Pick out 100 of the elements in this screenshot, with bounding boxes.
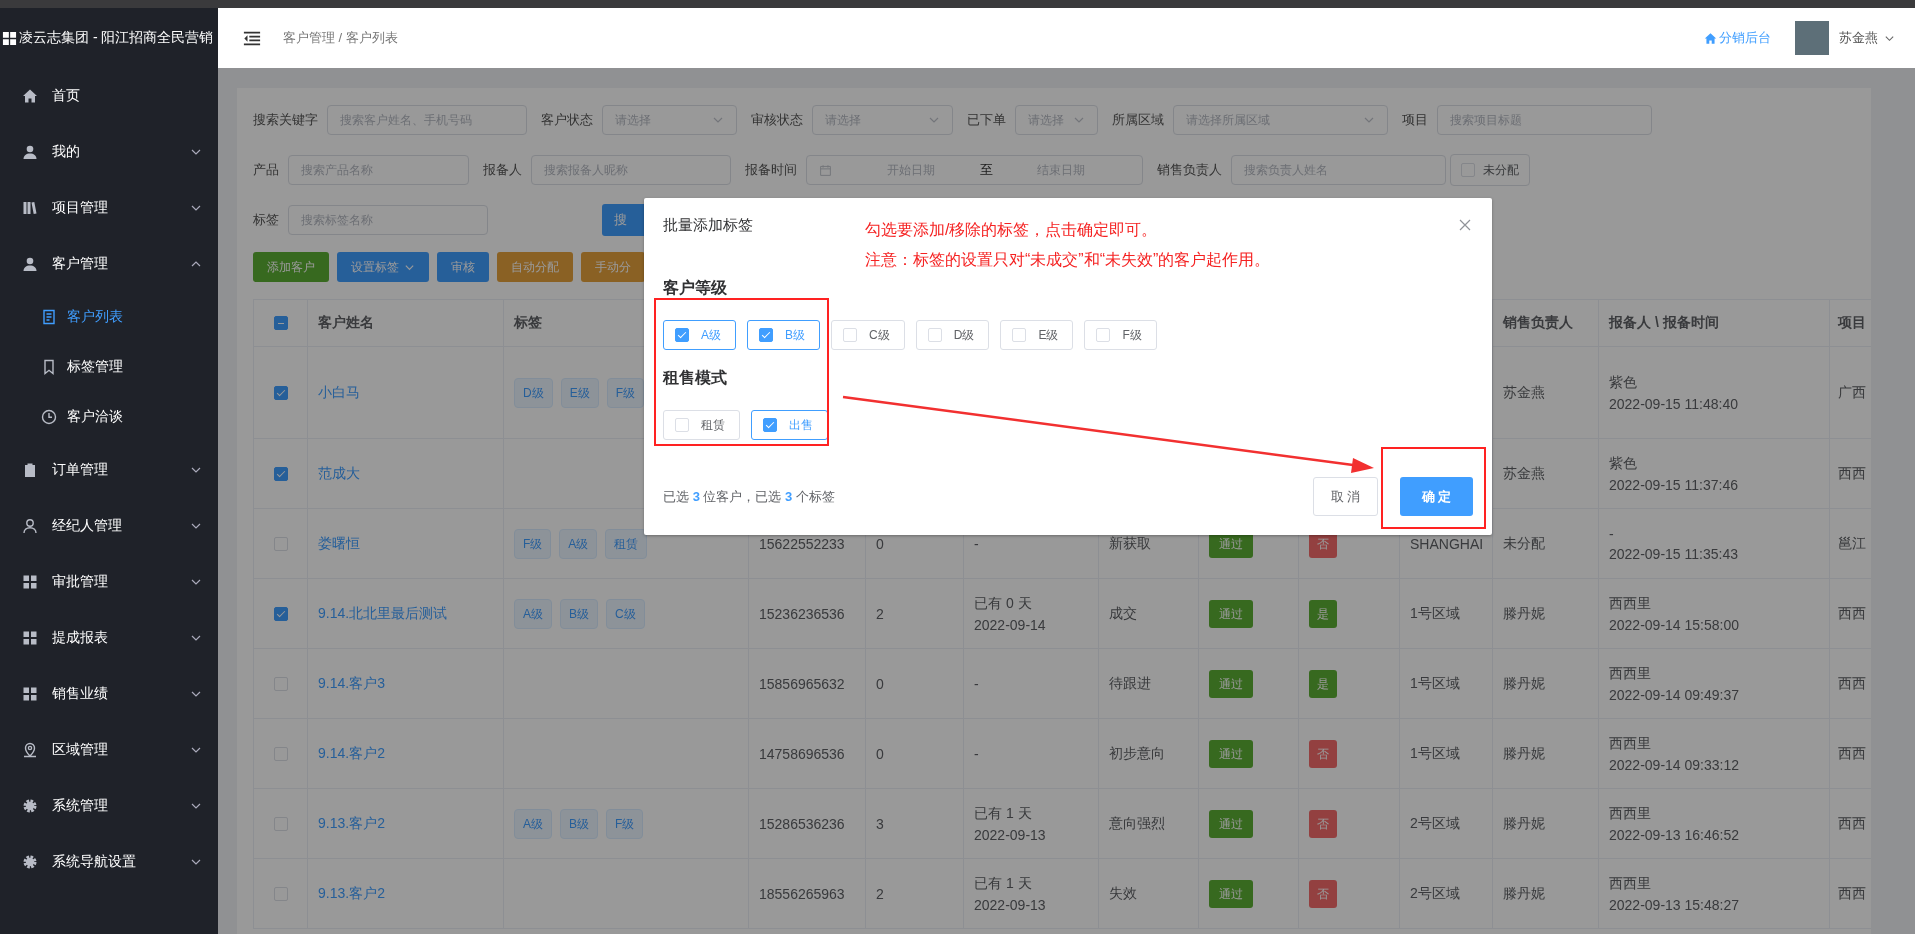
customer-name-link[interactable]: 9.13.客户2 — [318, 814, 385, 833]
unassigned-checkbox[interactable]: 未分配 — [1450, 154, 1530, 186]
table-cell: 苏金燕 — [1503, 383, 1545, 402]
menu-item[interactable]: 客户管理 — [0, 236, 218, 292]
table-cell: SHANGHAI — [1410, 535, 1484, 552]
table-cell: 未分配 — [1503, 534, 1545, 553]
user-name[interactable]: 苏金燕 — [1839, 29, 1878, 47]
backend-link[interactable]: 分销后台 — [1704, 29, 1771, 47]
clock-icon — [41, 409, 57, 425]
table-cell: 紫色 — [1609, 454, 1637, 473]
menu-item[interactable]: 经纪人管理 — [0, 498, 218, 554]
table-cell: 2022-09-14 09:49:37 — [1609, 686, 1739, 703]
table-cell: 成交 — [1109, 604, 1137, 623]
table-cell: 2 — [876, 605, 884, 622]
menu-item[interactable]: 系统导航设置 — [0, 834, 218, 890]
table-cell: 西西里 — [1609, 804, 1651, 823]
table-cell: - — [1609, 525, 1614, 542]
table-cell: 1号区域 — [1410, 604, 1460, 623]
table-cell: 0 — [876, 745, 884, 762]
tag-option[interactable]: E级 — [1000, 320, 1074, 350]
table-cell: 2 — [876, 885, 884, 902]
table-cell: 15622552233 — [759, 535, 845, 552]
tag-option[interactable]: D级 — [915, 320, 990, 350]
row-checkbox[interactable] — [273, 385, 288, 400]
location-pin-icon — [22, 742, 38, 758]
annotation-text: 勾选要添加/移除的标签，点击确定即可。 — [865, 220, 1159, 240]
tag-option[interactable]: F级 — [1084, 320, 1157, 350]
ordered-badge: 是 — [1309, 599, 1337, 628]
table-cell: 滕丹妮 — [1503, 604, 1545, 623]
menu-item[interactable]: 首页 — [0, 68, 218, 124]
submenu-item[interactable]: 客户洽谈 — [0, 392, 218, 442]
filter-label: 审核状态 — [751, 111, 803, 129]
menu-item[interactable]: 销售业绩 — [0, 666, 218, 722]
table-cell: 广西 — [1838, 383, 1866, 402]
cancel-button[interactable]: 取 消 — [1313, 477, 1378, 516]
table-cell: 2022-09-13 — [974, 826, 1046, 843]
column-header: 销售负责人 — [1493, 300, 1599, 347]
ordered-badge: 否 — [1309, 739, 1337, 768]
customer-name-link[interactable]: 9.13.客户2 — [318, 884, 385, 903]
ordered-badge: 是 — [1309, 669, 1337, 698]
grid-icon — [22, 630, 38, 646]
select-all-checkbox[interactable] — [273, 316, 288, 330]
filter-label: 标签 — [253, 211, 279, 229]
table-cell: - — [974, 745, 979, 762]
customer-name-link[interactable]: 9.14.客户2 — [318, 744, 385, 763]
customer-name-link[interactable]: 娄曙恒 — [318, 534, 360, 553]
document-icon — [41, 309, 57, 325]
row-checkbox[interactable] — [273, 466, 288, 481]
toolbar-button[interactable]: 设置标签 — [337, 252, 429, 282]
tag-option[interactable]: 租赁 — [663, 410, 740, 440]
ordered-badge: 否 — [1309, 879, 1337, 908]
ordered-badge: 否 — [1309, 809, 1337, 838]
submenu-item[interactable]: 标签管理 — [0, 342, 218, 392]
group-title: 客户等级 — [663, 278, 728, 298]
table-cell: 西西里 — [1609, 664, 1651, 683]
toolbar-button[interactable]: 添加客户 — [253, 252, 329, 282]
menu-item[interactable]: 区域管理 — [0, 722, 218, 778]
table-cell: 2号区域 — [1410, 814, 1460, 833]
customer-name-link[interactable]: 范成大 — [318, 464, 360, 483]
table-cell: - — [974, 535, 979, 552]
table-cell: 西西里 — [1609, 594, 1651, 613]
annotation-text: 注意：标签的设置只对“未成交”和“未失效”的客户起作用。 — [865, 250, 1271, 270]
table-cell: 西西 — [1838, 604, 1866, 623]
customer-name-link[interactable]: 9.14.客户3 — [318, 674, 385, 693]
tag: F级 — [514, 528, 552, 559]
filter-label: 搜索关键字 — [253, 111, 318, 129]
customer-name-link[interactable]: 9.14.北北里最后测试 — [318, 604, 448, 623]
breadcrumb: 客户管理 / 客户列表 — [283, 29, 398, 47]
table-cell: 失效 — [1109, 884, 1137, 903]
menu-item[interactable]: 提成报表 — [0, 610, 218, 666]
toolbar-button[interactable]: 审核 — [437, 252, 489, 282]
customer-name-link[interactable]: 小白马 — [318, 383, 360, 402]
menu-item[interactable]: 审批管理 — [0, 554, 218, 610]
menu-item[interactable]: 项目管理 — [0, 180, 218, 236]
menu-item[interactable]: 我的 — [0, 124, 218, 180]
table-cell: 2022-09-13 — [974, 896, 1046, 913]
menu-item[interactable]: 系统管理 — [0, 778, 218, 834]
table-cell: 2022-09-13 15:48:27 — [1609, 896, 1739, 913]
table-cell: 西西里 — [1609, 734, 1651, 753]
tag: D级 — [514, 377, 553, 408]
menu-item[interactable]: 订单管理 — [0, 442, 218, 498]
table-cell: 14758696536 — [759, 745, 845, 762]
audit-status-badge: 通过 — [1209, 599, 1253, 628]
column-header: 项目 — [1830, 300, 1871, 347]
menu-icon[interactable] — [243, 30, 261, 46]
tag: 租赁 — [605, 528, 648, 559]
table-cell: 2022-09-14 — [974, 616, 1046, 633]
tag-option[interactable]: C级 — [831, 320, 905, 350]
clipboard-icon — [22, 462, 38, 478]
gear-icon — [22, 854, 38, 870]
close-icon[interactable] — [1459, 219, 1471, 231]
calendar-icon — [819, 163, 832, 177]
row-checkbox[interactable] — [273, 606, 288, 621]
submenu-item[interactable]: 客户列表 — [0, 292, 218, 342]
filter-label: 报备人 — [483, 161, 522, 179]
confirm-button[interactable]: 确 定 — [1400, 477, 1473, 516]
tag-option[interactable]: A级 — [663, 320, 736, 350]
tag-option[interactable]: B级 — [747, 320, 821, 350]
table-cell: 2022-09-15 11:37:46 — [1609, 476, 1738, 493]
table-cell: 15236236536 — [759, 605, 845, 622]
